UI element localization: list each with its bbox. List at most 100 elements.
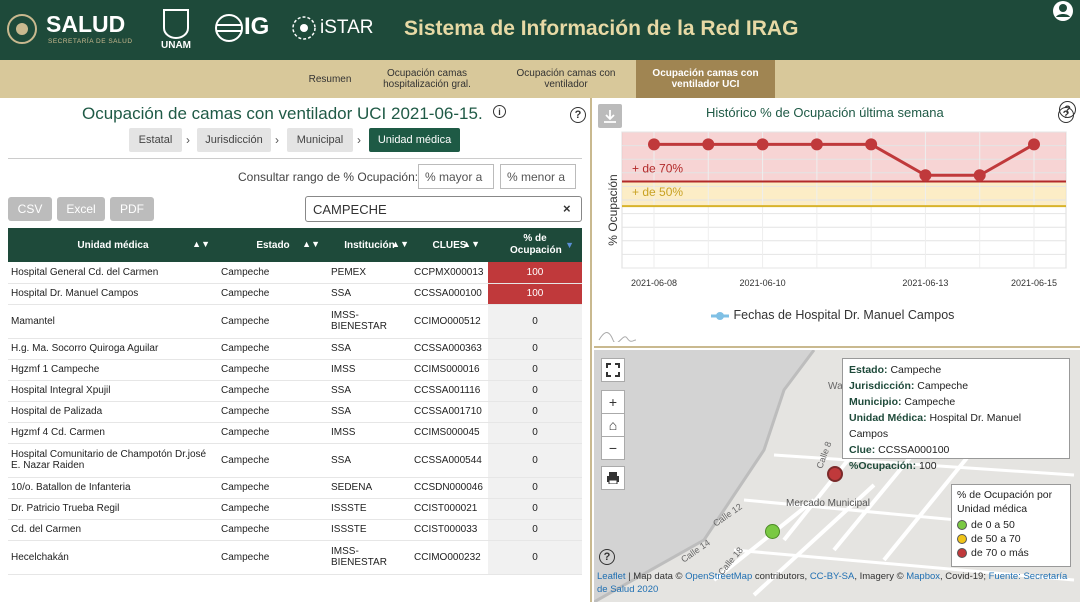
salud-subtext: SECRETARÍA DE SALUD [48,38,133,45]
table-row[interactable]: Hecelchakán Campeche IMSS-BIENESTAR CCIMO00… [8,540,582,575]
osm-link[interactable]: OpenStreetMap [685,571,752,582]
hospital-table: Unidad médica ▲▼ Estado ▲▼ Institución ▲▼ C… [8,228,582,575]
cell-ocupacion: 0 [488,380,582,402]
cell-unidad: Hospital Comunitario de Champotón Dr.jos… [8,443,218,478]
cell-unidad: Hgzmf 1 Campeche [8,359,218,381]
page-title: Ocupación de camas con ventilador UCI 20… [82,104,483,123]
table-row[interactable]: Hospital General Cd. del Carmen Campeche P… [8,262,582,284]
excel-button[interactable]: Excel [57,197,105,221]
table-row[interactable]: 10/o. Batallon de Infanteria Campeche SEDE… [8,477,582,499]
table-help-icon[interactable]: ? [570,107,586,123]
chevron-right-icon: › [275,133,279,147]
col-institucion[interactable]: Institución ▲▼ [328,228,411,262]
cell-ocupacion: 0 [488,443,582,478]
map-legend: % de Ocupación por Unidad médica de 0 a … [951,484,1071,567]
cell-ocupacion: 0 [488,401,582,423]
map-info-popup: Estado: Campeche Jurisdicción: Campeche … [842,358,1070,472]
cell-unidad: Hospital de Palizada [8,401,218,423]
clear-search-icon[interactable]: × [563,201,571,216]
attribution-text: | Map data © [625,571,686,582]
table-row[interactable]: Cd. del Carmen Campeche ISSSTE CCIST000033 0 [8,519,582,541]
green-dot-icon [957,520,967,531]
cell-ocupacion: 100 [488,262,582,284]
download-button[interactable] [598,104,622,128]
home-icon: ⌂ [608,417,618,433]
sort-icon[interactable]: ▲▼ [391,239,409,249]
cell-unidad: Cd. del Carmen [8,519,218,541]
cell-estado: Campeche [218,443,328,478]
cell-unidad: H.g. Ma. Socorro Quiroga Aguilar [8,338,218,360]
tab-resumen[interactable]: Resumen [296,60,364,98]
yellow-dot-icon [957,534,967,545]
map-help-icon[interactable]: ? [599,549,615,565]
info-ocupacion-label: %Ocupación: [849,460,917,472]
cell-clues: CCIMO000232 [411,540,488,575]
cell-institucion: IMSS [328,359,411,381]
info-unidad-label: Unidad Médica: [849,412,927,424]
cell-clues: CCSSA000544 [411,443,488,478]
col-clues[interactable]: CLUES ▲▼ [411,228,488,262]
cell-institucion: SSA [328,283,411,305]
info-icon[interactable]: i [493,105,506,118]
marker-hospital-red[interactable] [827,466,843,482]
print-button[interactable] [601,466,625,490]
cell-ocupacion: 0 [488,304,582,339]
sort-desc-icon[interactable]: ▼ [565,239,574,251]
tab-ventilador[interactable]: Ocupación camas con ventilador [506,60,626,98]
user-account-icon[interactable] [1052,0,1074,22]
col-estado[interactable]: Estado ▲▼ [218,228,328,262]
table-row[interactable]: Hgzmf 1 Campeche Campeche IMSS CCIMS000016 0 [8,359,582,381]
chart-legend[interactable]: Fechas de Hospital Dr. Manuel Campos [710,308,954,322]
col-unidad-medica[interactable]: Unidad médica ▲▼ [8,228,218,262]
cc-link[interactable]: CC-BY-SA [810,571,855,582]
map-attribution: Leaflet | Map data © OpenStreetMap contr… [597,570,1077,596]
sort-icon[interactable]: ▲▼ [462,239,480,249]
legend-item-label: de 70 o más [971,547,1029,559]
breadcrumb-estatal[interactable]: Estatal [129,128,182,152]
table-row[interactable]: H.g. Ma. Socorro Quiroga Aguilar Campeche… [8,338,582,360]
mapbox-link[interactable]: Mapbox [906,571,940,582]
table-row[interactable]: Mamantel Campeche IMSS-BIENESTAR CCIMO00051… [8,304,582,339]
fullscreen-button[interactable] [601,358,625,382]
search-input[interactable]: CAMPECHE [305,196,582,222]
sort-icon[interactable]: ▲▼ [302,239,320,249]
table-row[interactable]: Hospital Integral Xpujil Campeche SSA CCSSA… [8,380,582,402]
cell-estado: Campeche [218,380,328,402]
table-row[interactable]: Dr. Patricio Trueba Regil Campeche ISSSTE C… [8,498,582,520]
tab-hospitalizacion[interactable]: Ocupación camas hospitalización gral. [374,60,480,98]
table-row[interactable]: Hospital Comunitario de Champotón Dr.jos… [8,443,582,478]
breadcrumb-municipal[interactable]: Municipal [287,128,353,152]
col-ocupacion[interactable]: % de Ocupación ▼ [488,228,582,262]
range-max-input[interactable]: % menor a [500,164,576,189]
data-point [865,138,878,151]
zoom-in-button[interactable]: + [601,390,625,414]
legend-marker-icon [711,311,729,320]
chart-help-icon[interactable]: ? [1058,107,1074,123]
home-button[interactable]: ⌂ [601,413,625,437]
x-tick-label: 2021-06-13 [902,278,948,288]
header-bar: SALUD SECRETARÍA DE SALUD UNAM IG iSTAR … [0,0,1080,60]
attribution-text: , Imagery © [854,571,907,582]
cell-clues: CCSSA000100 [411,283,488,305]
band-70-label: + de 70% [632,161,683,175]
tab-ventilador-uci[interactable]: Ocupación camas con ventilador UCI [636,60,775,98]
col-institucion-label: Institución [344,239,395,251]
breadcrumb-jurisdiccion[interactable]: Jurisdicción [197,128,271,152]
range-min-input[interactable]: % mayor a [418,164,494,189]
table-row[interactable]: Hospital de Palizada Campeche SSA CCSSA0017… [8,401,582,423]
cell-unidad: Dr. Patricio Trueba Regil [8,498,218,520]
leaflet-link[interactable]: Leaflet [597,571,626,582]
map-legend-item: de 70 o más [957,546,1065,560]
marker-hospital-green[interactable] [765,524,780,539]
csv-button[interactable]: CSV [8,197,52,221]
unam-text: UNAM [161,40,191,51]
table-row[interactable]: Hgzmf 4 Cd. Carmen Campeche IMSS CCIMS00004… [8,422,582,444]
zoom-out-button[interactable]: − [601,436,625,460]
table-row[interactable]: Hospital Dr. Manuel Campos Campeche SSA CCS… [8,283,582,305]
breadcrumb-unidad-medica[interactable]: Unidad médica [369,128,460,152]
cell-ocupacion: 0 [488,498,582,520]
cell-ocupacion: 0 [488,540,582,575]
pdf-button[interactable]: PDF [110,197,154,221]
sort-icon[interactable]: ▲▼ [192,239,210,249]
cell-clues: CCIST000021 [411,498,488,520]
